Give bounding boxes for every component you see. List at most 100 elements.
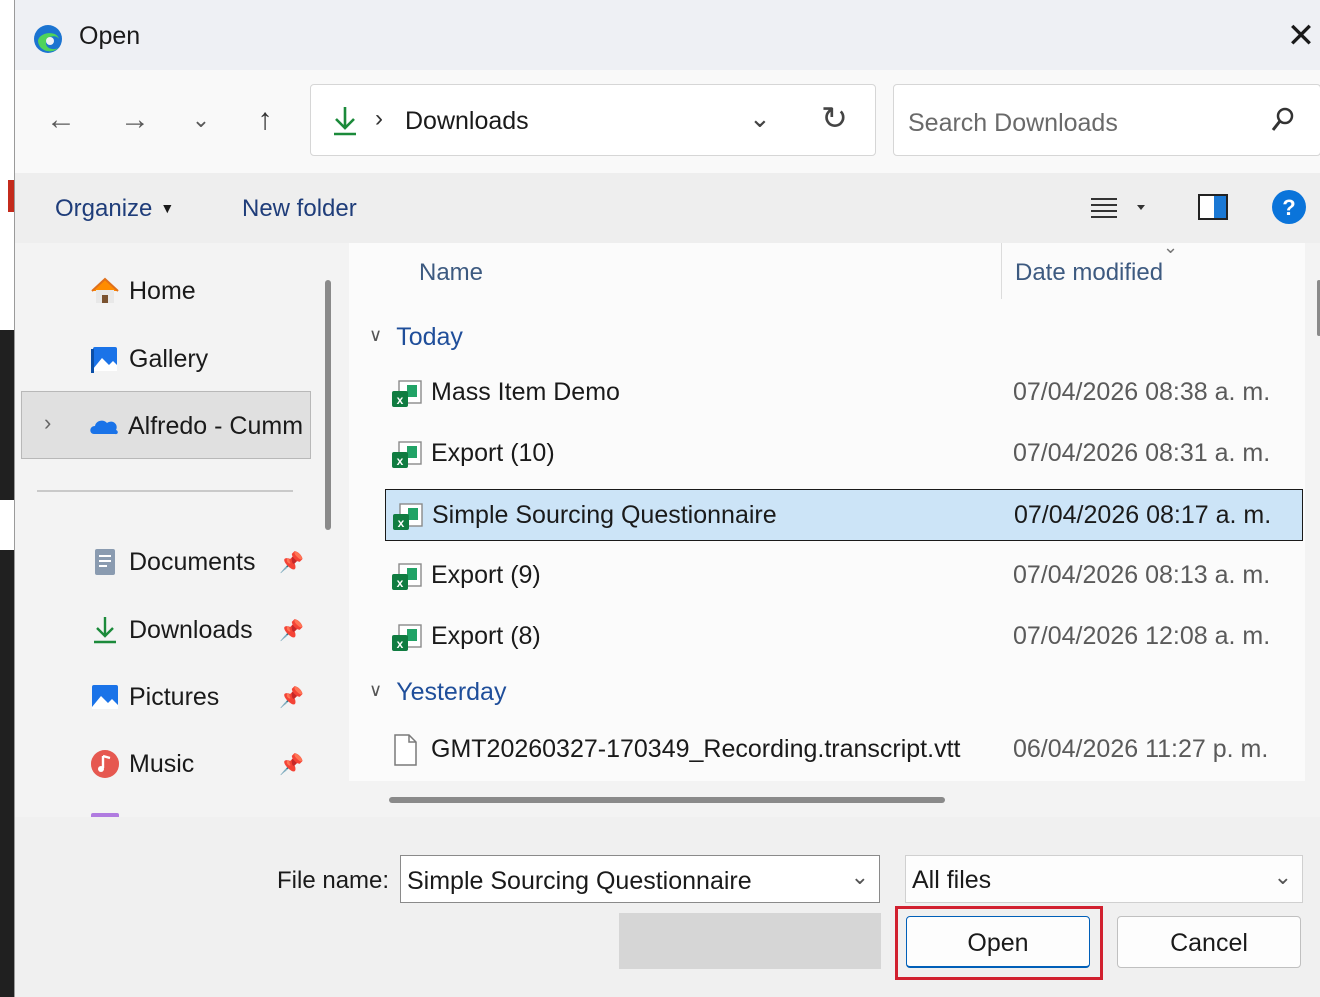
column-separator[interactable] xyxy=(1001,243,1002,299)
group-header-yesterday[interactable]: ∨ Yesterday xyxy=(369,678,506,718)
forward-arrow-icon[interactable]: → xyxy=(115,100,155,140)
onedrive-icon xyxy=(90,420,118,435)
search-icon xyxy=(1271,107,1294,131)
excel-file-icon: x xyxy=(392,624,422,651)
background-window-edge xyxy=(0,330,14,500)
open-button[interactable]: Open xyxy=(906,916,1090,968)
pictures-icon xyxy=(92,685,118,709)
chevron-down-icon[interactable]: ⌄ xyxy=(1274,864,1292,890)
excel-file-icon: x xyxy=(392,380,422,407)
file-row[interactable]: x Export (9) 07/04/2026 08:13 a. m. xyxy=(385,550,1303,602)
music-icon xyxy=(91,750,119,778)
file-row[interactable]: x Export (10) 07/04/2026 08:31 a. m. xyxy=(385,428,1303,480)
recent-locations-chevron-icon[interactable]: ⌄ xyxy=(181,100,221,140)
search-box[interactable]: Search Downloads xyxy=(893,84,1320,156)
text-file-icon xyxy=(394,734,417,766)
help-icon[interactable]: ? xyxy=(1271,189,1307,225)
nav-item-label: Music xyxy=(129,750,195,778)
svg-text:x: x xyxy=(398,516,405,530)
file-date-modified: 07/04/2026 08:38 a. m. xyxy=(1013,378,1271,406)
nav-item-label: Home xyxy=(129,277,196,305)
file-date-modified: 07/04/2026 12:08 a. m. xyxy=(1013,622,1271,650)
file-name: Export (8) xyxy=(431,622,541,650)
nav-item-pictures[interactable]: Pictures 📌 xyxy=(15,673,311,719)
new-folder-button[interactable]: New folder xyxy=(242,195,357,223)
column-header-name[interactable]: Name xyxy=(419,259,483,287)
footer-panel: File name: Simple Sourcing Questionnaire… xyxy=(15,817,1320,997)
navigation-pane: Home Gallery › Alfredo - Cumm Documents xyxy=(15,243,311,817)
pin-icon[interactable]: 📌 xyxy=(279,550,304,575)
breadcrumb-separator: › xyxy=(375,105,383,132)
documents-icon xyxy=(95,549,115,575)
pin-icon[interactable]: 📌 xyxy=(279,752,304,777)
nav-item-label: Documents xyxy=(129,548,256,576)
breadcrumb-downloads[interactable]: Downloads xyxy=(405,107,529,136)
nav-item-gallery[interactable]: Gallery xyxy=(15,335,311,381)
nav-item-home[interactable]: Home xyxy=(15,267,311,313)
excel-file-icon: x xyxy=(392,441,422,468)
file-list: Name ⌄ Date modified ∨ Today x Mass Item D… xyxy=(349,243,1305,817)
collapse-chevron-icon: ∨ xyxy=(369,680,383,700)
nav-item-music[interactable]: Music 📌 xyxy=(15,740,311,786)
file-name: Export (9) xyxy=(431,561,541,589)
open-file-dialog: Open ✕ ← → ⌄ ↑ › Downloads ⌄ ↻ Search Do… xyxy=(14,0,1320,997)
file-date-modified: 07/04/2026 08:17 a. m. xyxy=(1014,501,1272,529)
back-arrow-icon[interactable]: ← xyxy=(41,100,81,140)
svg-text:?: ? xyxy=(1282,195,1295,220)
nav-item-label: Gallery xyxy=(129,345,209,373)
file-date-modified: 06/04/2026 11:27 p. m. xyxy=(1013,735,1269,763)
file-row[interactable]: GMT20260327-170349_Recording.transcript.… xyxy=(385,724,1303,776)
file-row[interactable]: x Simple Sourcing Questionnaire 07/04/2026… xyxy=(385,489,1303,541)
nav-item-downloads[interactable]: Downloads 📌 xyxy=(15,606,311,652)
title-bar: Open ✕ xyxy=(15,0,1320,70)
downloads-icon xyxy=(94,617,116,644)
preview-pane-icon[interactable] xyxy=(1197,191,1229,223)
background-window-edge xyxy=(0,550,14,997)
pin-icon[interactable]: 📌 xyxy=(279,618,304,643)
disabled-control xyxy=(619,913,881,969)
nav-item-label: Pictures xyxy=(129,683,220,711)
organize-button[interactable]: Organize ▼ xyxy=(55,195,174,223)
svg-text:x: x xyxy=(397,637,404,651)
view-options-icon[interactable] xyxy=(1089,191,1159,225)
nav-item-onedrive[interactable]: › Alfredo - Cumm xyxy=(21,391,311,459)
collapse-chevron-icon: ∨ xyxy=(369,325,383,345)
window-title: Open xyxy=(79,22,141,50)
nav-item-label: Downloads xyxy=(129,616,253,644)
excel-file-icon: x xyxy=(392,563,422,590)
up-arrow-icon[interactable]: ↑ xyxy=(245,100,285,140)
pin-icon[interactable]: 📌 xyxy=(279,685,304,710)
chevron-down-icon[interactable]: ⌄ xyxy=(851,864,869,890)
cancel-button[interactable]: Cancel xyxy=(1117,916,1301,968)
file-row[interactable]: x Export (8) 07/04/2026 12:08 a. m. xyxy=(385,611,1303,663)
group-header-today[interactable]: ∨ Today xyxy=(369,323,463,363)
sort-chevron-icon: ⌄ xyxy=(1163,243,1179,257)
organize-label: Organize xyxy=(55,195,153,222)
file-name: Export (10) xyxy=(431,439,555,467)
address-dropdown-icon[interactable]: ⌄ xyxy=(749,103,771,134)
file-date-modified: 07/04/2026 08:13 a. m. xyxy=(1013,561,1271,589)
file-name-value: Simple Sourcing Questionnaire xyxy=(407,867,752,895)
search-input[interactable]: Search Downloads xyxy=(908,109,1118,138)
nav-scrollbar[interactable] xyxy=(325,280,331,530)
column-header-date-modified[interactable]: Date modified xyxy=(1015,259,1163,287)
file-date-modified: 07/04/2026 08:31 a. m. xyxy=(1013,439,1271,467)
file-name-input[interactable]: Simple Sourcing Questionnaire ⌄ xyxy=(400,855,880,903)
group-label: Yesterday xyxy=(396,678,507,706)
address-bar[interactable]: › Downloads ⌄ ↻ xyxy=(310,84,876,156)
expand-chevron-icon[interactable]: › xyxy=(44,410,51,436)
svg-text:x: x xyxy=(397,454,404,468)
organize-caret-icon: ▼ xyxy=(160,200,175,216)
excel-file-icon: x xyxy=(393,503,423,530)
horizontal-scrollbar[interactable] xyxy=(389,797,945,803)
svg-text:x: x xyxy=(397,576,404,590)
group-label: Today xyxy=(396,323,463,351)
file-type-select[interactable]: All files ⌄ xyxy=(905,855,1303,903)
file-row[interactable]: x Mass Item Demo 07/04/2026 08:38 a. m. xyxy=(385,367,1303,419)
refresh-icon[interactable]: ↻ xyxy=(821,99,848,137)
command-bar: Organize ▼ New folder ? xyxy=(15,173,1320,243)
file-name-label: File name: xyxy=(277,867,390,894)
close-icon[interactable]: ✕ xyxy=(1283,16,1319,56)
file-name: GMT20260327-170349_Recording.transcript.… xyxy=(431,735,961,763)
nav-item-documents[interactable]: Documents 📌 xyxy=(15,538,311,584)
